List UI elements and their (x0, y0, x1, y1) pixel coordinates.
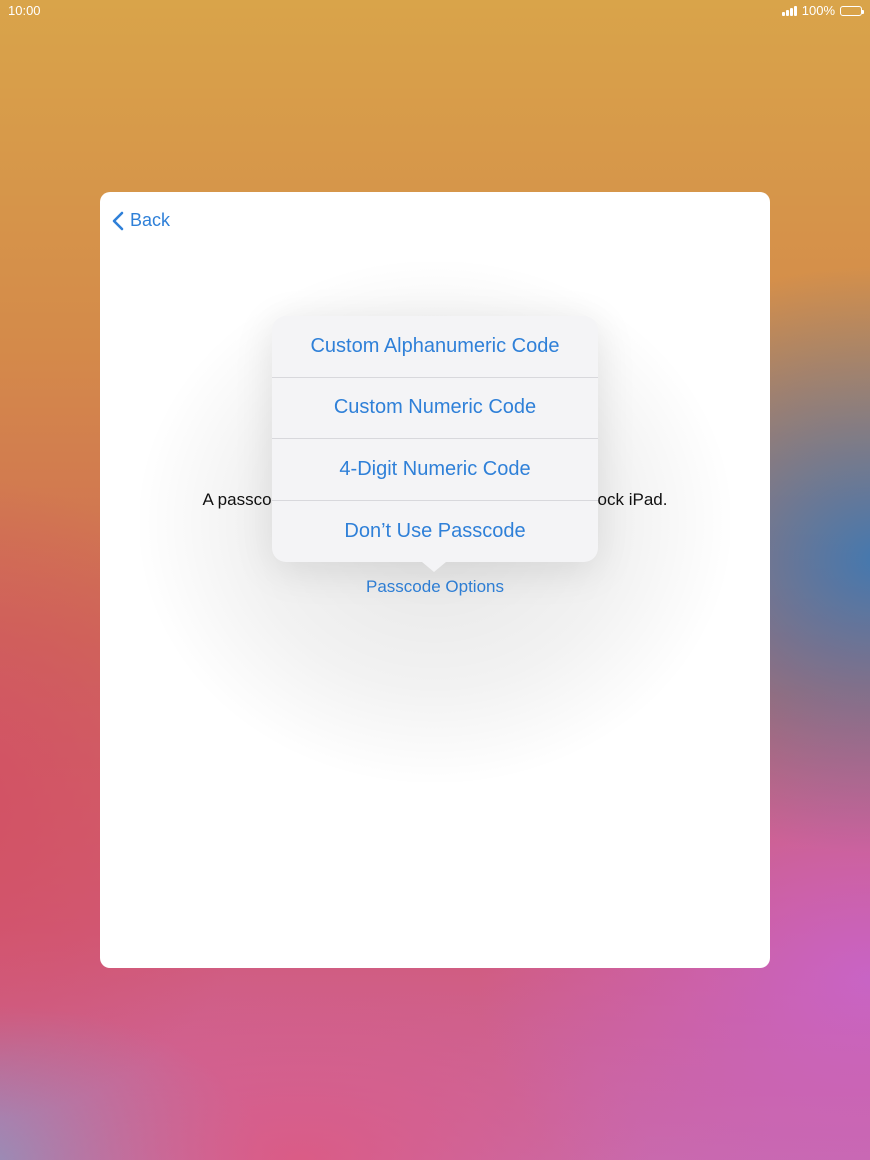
description-right: ock iPad. (597, 490, 668, 509)
chevron-left-icon (112, 211, 124, 230)
status-bar: 10:00 100% (0, 0, 870, 22)
passcode-sheet: Back A passco ock iPad. Passcode Options … (100, 192, 770, 968)
battery-percent: 100% (801, 3, 835, 18)
passcode-options-link[interactable]: Passcode Options (100, 577, 770, 597)
description-left: A passco (202, 490, 272, 509)
back-button[interactable]: Back (112, 210, 170, 231)
battery-icon (840, 5, 864, 16)
option-custom-numeric-code[interactable]: Custom Numeric Code (272, 378, 598, 439)
option-4-digit-numeric-code[interactable]: 4-Digit Numeric Code (272, 439, 598, 501)
option-custom-alphanumeric-code[interactable]: Custom Alphanumeric Code (272, 316, 598, 378)
cellular-signal-icon (781, 5, 797, 16)
status-time: 10:00 (8, 3, 41, 18)
option-dont-use-passcode[interactable]: Don’t Use Passcode (272, 501, 598, 563)
passcode-options-popover: Custom Alphanumeric Code Custom Numeric … (272, 316, 598, 572)
back-label: Back (130, 210, 171, 230)
status-right: 100% (781, 3, 864, 18)
